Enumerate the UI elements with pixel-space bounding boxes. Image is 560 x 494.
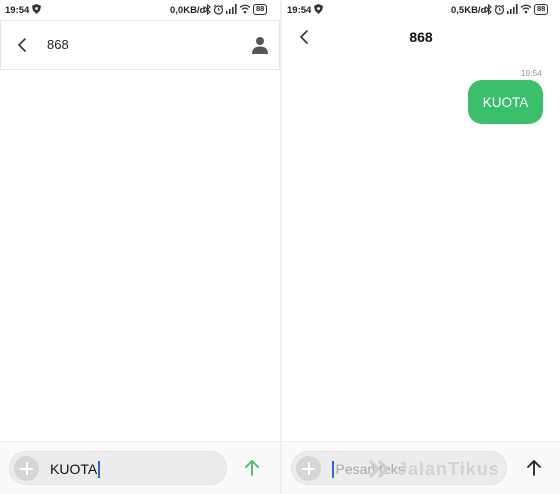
compose-header: 868	[0, 20, 280, 70]
wifi-icon	[239, 4, 251, 14]
conversation-screen: 19:54 0,5KB/d 88 868 19:54 KUOTA Pesan t…	[282, 0, 560, 494]
watermark-text: JalanTikus	[397, 458, 500, 479]
message-input-text: KUOTA	[50, 461, 98, 477]
conversation-title: 868	[409, 29, 433, 45]
bluetooth-icon	[204, 3, 211, 15]
plus-icon[interactable]	[296, 456, 321, 481]
message-input[interactable]: KUOTA	[50, 459, 100, 479]
watermark-chevron-icon	[368, 459, 390, 479]
shield-icon	[314, 4, 323, 14]
battery-icon: 88	[534, 3, 549, 15]
text-caret	[98, 460, 100, 478]
back-arrow-icon[interactable]	[12, 34, 34, 56]
signal-icon	[507, 4, 518, 14]
message-input-container[interactable]: KUOTA	[9, 451, 227, 485]
contact-icon[interactable]	[250, 35, 270, 55]
status-icons: 88	[485, 3, 549, 15]
plus-icon[interactable]	[14, 456, 39, 481]
message-composer: KUOTA	[0, 441, 280, 494]
alarm-icon	[494, 4, 505, 15]
jalantikus-watermark: JalanTikus	[368, 457, 500, 481]
status-time: 19:54	[287, 5, 312, 16]
recipient-field[interactable]: 868	[47, 37, 69, 52]
network-speed: 0,0KB/d	[170, 5, 206, 16]
status-bar: 19:54 0,0KB/d 88	[0, 0, 280, 20]
send-arrow-icon[interactable]	[522, 456, 546, 480]
shield-icon	[32, 4, 41, 14]
network-speed: 0,5KB/d	[451, 5, 487, 16]
bluetooth-icon	[485, 3, 492, 15]
send-arrow-icon[interactable]	[240, 456, 264, 480]
battery-icon: 88	[253, 3, 268, 15]
status-time: 19:54	[5, 5, 30, 16]
alarm-icon	[213, 4, 224, 15]
status-icons: 88	[204, 3, 268, 15]
message-timestamp: 19:54	[520, 68, 542, 78]
sent-message-bubble[interactable]: KUOTA	[468, 80, 543, 124]
conversation-header: 868	[282, 20, 560, 52]
text-caret	[332, 460, 334, 478]
status-bar: 19:54 0,5KB/d 88	[282, 0, 560, 20]
signal-icon	[226, 4, 237, 14]
compose-screen: 19:54 0,0KB/d 88 868 KUOTA	[0, 0, 280, 494]
wifi-icon	[520, 4, 532, 14]
